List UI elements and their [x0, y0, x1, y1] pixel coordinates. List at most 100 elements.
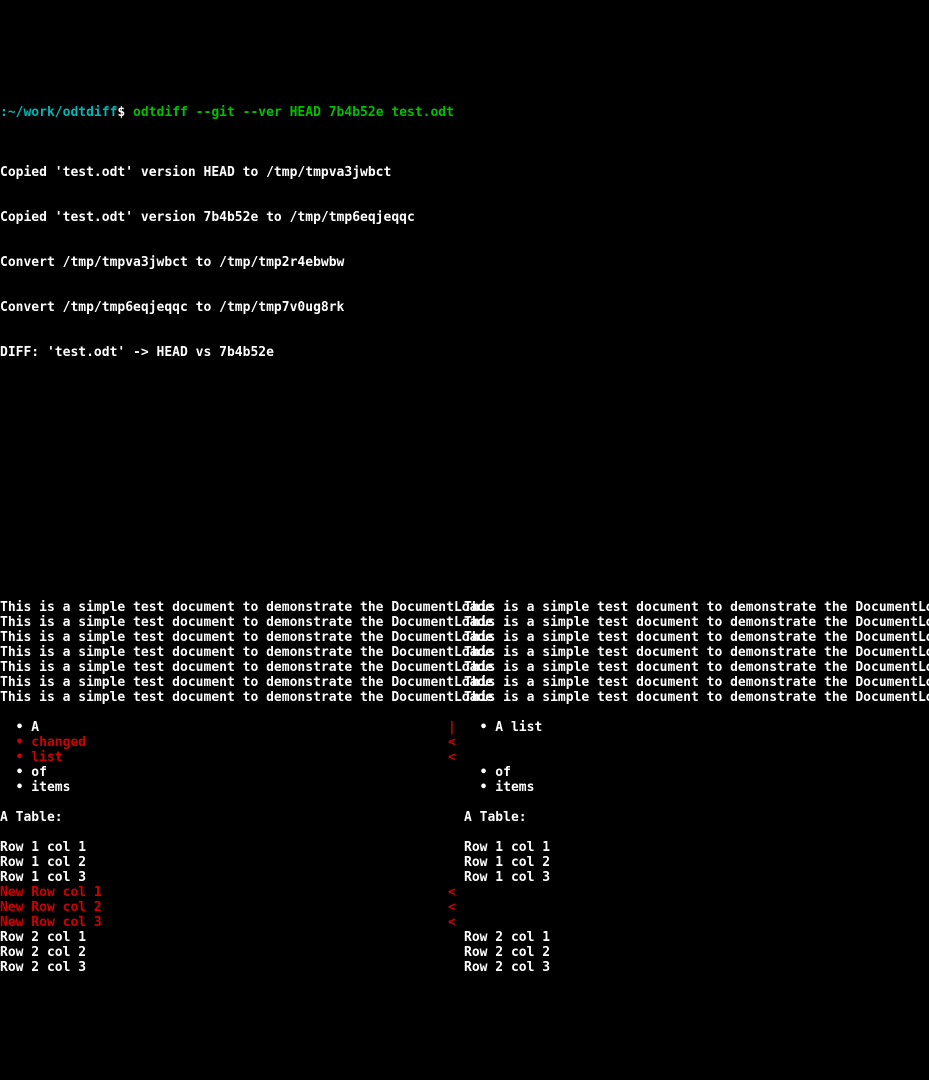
diff-right-cell: This is a simple test document to demons…	[464, 600, 929, 615]
blank-line	[0, 540, 929, 555]
diff-separator: <	[448, 900, 464, 915]
diff-row: Row 2 col 3 Row 2 col 3	[0, 960, 929, 975]
diff-row: Row 2 col 1 Row 2 col 1	[0, 930, 929, 945]
blank-line	[0, 450, 929, 465]
diff-row: This is a simple test document to demons…	[0, 675, 929, 690]
output-line: Convert /tmp/tmp6eqjeqqc to /tmp/tmp7v0u…	[0, 300, 929, 315]
diff-row: • of • of	[0, 765, 929, 780]
diff-separator	[448, 690, 464, 705]
diff-row	[0, 705, 929, 720]
diff-right-cell	[464, 750, 929, 765]
diff-right-cell: • of	[464, 765, 929, 780]
diff-right-cell	[464, 735, 929, 750]
diff-row: New Row col 1<	[0, 885, 929, 900]
diff-right-cell: This is a simple test document to demons…	[464, 675, 929, 690]
diff-left-cell: This is a simple test document to demons…	[0, 690, 448, 705]
diff-row: New Row col 3<	[0, 915, 929, 930]
diff-right-cell: A Table:	[464, 810, 929, 825]
diff-right-cell: This is a simple test document to demons…	[464, 630, 929, 645]
diff-right-cell: Row 2 col 3	[464, 960, 929, 975]
diff-right-cell	[464, 900, 929, 915]
diff-separator	[448, 855, 464, 870]
diff-separator	[448, 810, 464, 825]
diff-left-cell: This is a simple test document to demons…	[0, 675, 448, 690]
diff-row: Row 1 col 3 Row 1 col 3	[0, 870, 929, 885]
diff-right-cell	[464, 825, 929, 840]
diff-row: A Table: A Table:	[0, 810, 929, 825]
diff-separator	[448, 795, 464, 810]
diff-row: This is a simple test document to demons…	[0, 630, 929, 645]
shell-prompt-line: :~/work/odtdiff$ odtdiff --git --ver HEA…	[0, 105, 929, 120]
diff-separator: <	[448, 750, 464, 765]
diff-left-cell: Row 2 col 2	[0, 945, 448, 960]
diff-left-cell: New Row col 2	[0, 900, 448, 915]
diff-separator	[448, 870, 464, 885]
diff-row	[0, 825, 929, 840]
diff-separator: <	[448, 735, 464, 750]
diff-row: This is a simple test document to demons…	[0, 645, 929, 660]
output-line: DIFF: 'test.odt' -> HEAD vs 7b4b52e	[0, 345, 929, 360]
diff-row: • items • items	[0, 780, 929, 795]
diff-right-cell	[464, 705, 929, 720]
diff-left-cell: • A	[0, 720, 448, 735]
diff-separator	[448, 945, 464, 960]
blank-line	[0, 495, 929, 510]
diff-separator	[448, 840, 464, 855]
diff-separator	[448, 615, 464, 630]
diff-left-cell: This is a simple test document to demons…	[0, 660, 448, 675]
diff-right-cell: • items	[464, 780, 929, 795]
diff-body: This is a simple test document to demons…	[0, 600, 929, 975]
prompt-command: odtdiff --git --ver HEAD 7b4b52e test.od…	[125, 105, 454, 120]
diff-row	[0, 795, 929, 810]
diff-separator	[448, 675, 464, 690]
diff-row: This is a simple test document to demons…	[0, 615, 929, 630]
diff-right-cell: Row 2 col 1	[464, 930, 929, 945]
diff-left-cell: Row 1 col 1	[0, 840, 448, 855]
diff-right-cell: Row 1 col 3	[464, 870, 929, 885]
blank-line	[0, 405, 929, 420]
diff-left-cell: New Row col 3	[0, 915, 448, 930]
prompt-path: :~/work/odtdiff	[0, 105, 117, 120]
diff-right-cell: This is a simple test document to demons…	[464, 660, 929, 675]
diff-separator: <	[448, 885, 464, 900]
diff-separator	[448, 645, 464, 660]
diff-left-cell: Row 2 col 3	[0, 960, 448, 975]
output-line: Copied 'test.odt' version HEAD to /tmp/t…	[0, 165, 929, 180]
diff-left-cell: • list	[0, 750, 448, 765]
diff-row: Row 1 col 2 Row 1 col 2	[0, 855, 929, 870]
output-line: Copied 'test.odt' version 7b4b52e to /tm…	[0, 210, 929, 225]
terminal-output[interactable]: :~/work/odtdiff$ odtdiff --git --ver HEA…	[0, 60, 929, 1005]
diff-right-cell	[464, 885, 929, 900]
diff-left-cell: New Row col 1	[0, 885, 448, 900]
diff-row: This is a simple test document to demons…	[0, 690, 929, 705]
diff-right-cell: Row 2 col 2	[464, 945, 929, 960]
diff-left-cell	[0, 795, 448, 810]
diff-row: Row 1 col 1 Row 1 col 1	[0, 840, 929, 855]
diff-separator	[448, 660, 464, 675]
diff-separator	[448, 960, 464, 975]
diff-left-cell: Row 2 col 1	[0, 930, 448, 945]
diff-right-cell: This is a simple test document to demons…	[464, 690, 929, 705]
diff-row: • list<	[0, 750, 929, 765]
diff-left-cell: • changed	[0, 735, 448, 750]
diff-left-cell	[0, 705, 448, 720]
diff-row: This is a simple test document to demons…	[0, 600, 929, 615]
diff-separator	[448, 780, 464, 795]
diff-separator	[448, 765, 464, 780]
diff-right-cell: This is a simple test document to demons…	[464, 645, 929, 660]
diff-left-cell: • of	[0, 765, 448, 780]
diff-left-cell: A Table:	[0, 810, 448, 825]
diff-left-cell: This is a simple test document to demons…	[0, 645, 448, 660]
diff-separator	[448, 705, 464, 720]
diff-row: New Row col 2<	[0, 900, 929, 915]
diff-left-cell	[0, 825, 448, 840]
diff-left-cell: This is a simple test document to demons…	[0, 615, 448, 630]
diff-separator	[448, 600, 464, 615]
diff-left-cell: Row 1 col 3	[0, 870, 448, 885]
diff-separator: <	[448, 915, 464, 930]
diff-left-cell: This is a simple test document to demons…	[0, 600, 448, 615]
diff-separator	[448, 930, 464, 945]
diff-separator	[448, 825, 464, 840]
diff-separator: |	[448, 720, 464, 735]
diff-left-cell: • items	[0, 780, 448, 795]
